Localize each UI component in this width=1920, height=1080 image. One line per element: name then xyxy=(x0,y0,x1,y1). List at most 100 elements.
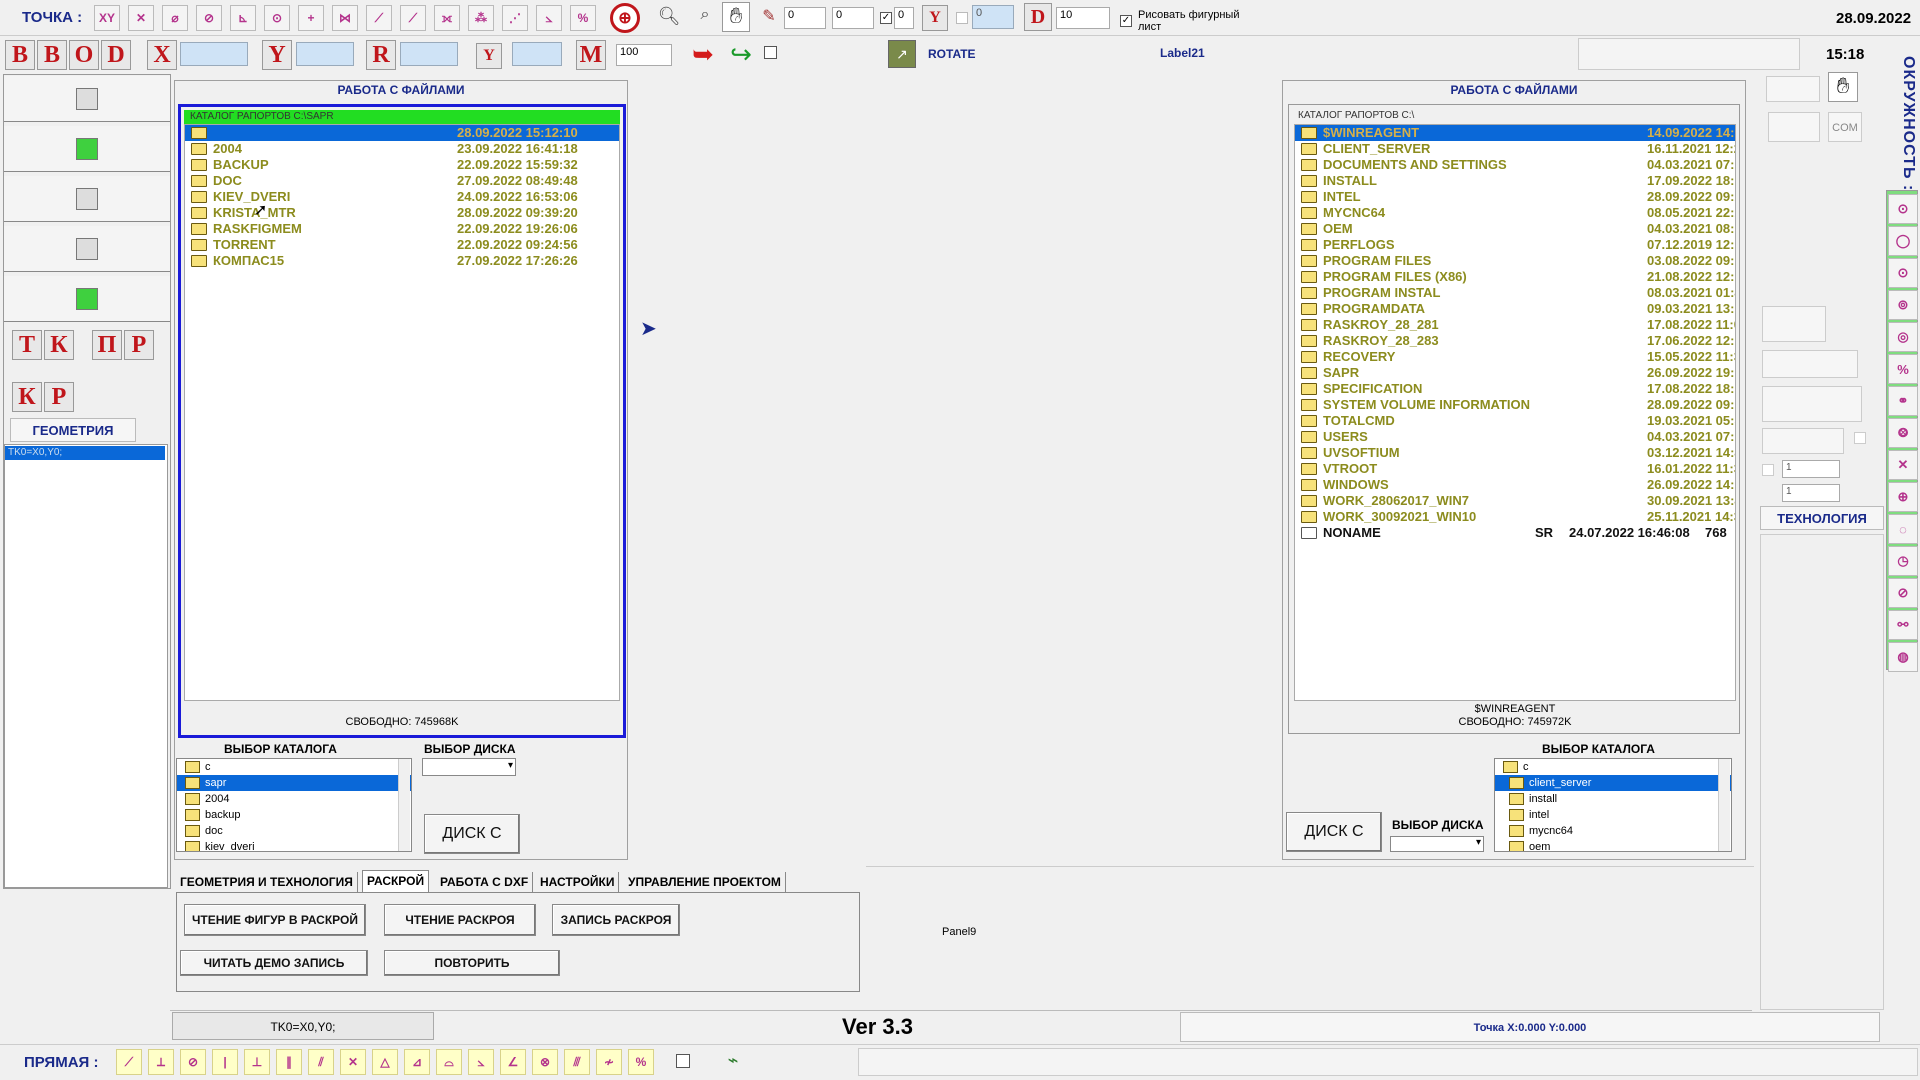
y-input[interactable] xyxy=(296,42,354,66)
sidebar-button-5[interactable] xyxy=(4,276,170,322)
t-button[interactable]: Т xyxy=(12,330,42,360)
circle-spiral-icon[interactable]: ◍ xyxy=(1888,642,1918,672)
file-row[interactable]: 2004 23.09.2022 16:41:18 xyxy=(185,141,619,157)
toolbar-checkbox-1[interactable]: ✓ xyxy=(880,12,892,24)
right-panel-button-1[interactable] xyxy=(1766,76,1820,102)
line-tool-button-5[interactable]: ⊥ xyxy=(244,1049,270,1075)
m-button[interactable]: M xyxy=(576,40,606,70)
dir-item[interactable]: kiev_dveri xyxy=(177,839,411,851)
file-row[interactable]: TOTALCMD19.03.2021 05:31:28 xyxy=(1295,413,1735,429)
write-raskroy-button[interactable]: ЗАПИСЬ РАСКРОЯ xyxy=(552,904,680,936)
file-row[interactable]: PROGRAMDATA09.03.2021 13:12:38 xyxy=(1295,301,1735,317)
file-row[interactable]: RASKROY_28_28317.06.2022 12:12:12 xyxy=(1295,333,1735,349)
line-tool-button-16[interactable]: ≁ xyxy=(596,1049,622,1075)
r-button[interactable]: R xyxy=(366,40,396,70)
plug-icon[interactable]: ⌁ xyxy=(718,1050,748,1078)
file-row[interactable]: OEM04.03.2021 08:19:10 xyxy=(1295,221,1735,237)
left-disk-button[interactable]: ДИСК C xyxy=(424,814,520,854)
r-input[interactable] xyxy=(400,42,458,66)
file-row[interactable]: DOC 27.09.2022 08:49:48 xyxy=(185,173,619,189)
circle-tangent-icon[interactable]: ⊚ xyxy=(1888,290,1918,320)
left-disk-select[interactable]: ▾ xyxy=(422,758,516,776)
line-tool-button-1[interactable]: ⟋ xyxy=(116,1049,142,1075)
file-row[interactable]: 28.09.2022 15:12:10 xyxy=(185,125,619,141)
m-input[interactable]: 100 xyxy=(616,44,672,66)
x-input[interactable] xyxy=(180,42,248,66)
y-button[interactable]: Y xyxy=(262,40,292,70)
toolbar-input-5[interactable]: 10 xyxy=(1056,7,1110,29)
file-row[interactable]: DOCUMENTS AND SETTINGS04.03.2021 07:07:3… xyxy=(1295,157,1735,173)
geometry-tab[interactable]: ГЕОМЕТРИЯ xyxy=(10,418,136,442)
read-raskroy-button[interactable]: ЧТЕНИЕ РАСКРОЯ xyxy=(384,904,536,936)
line-point-tool-button[interactable]: ⟋ xyxy=(366,5,392,31)
repeat-button[interactable]: ПОВТОРИТЬ xyxy=(384,950,560,976)
tab-geometry-technology[interactable]: ГЕОМЕТРИЯ И ТЕХНОЛОГИЯ xyxy=(176,872,358,892)
circle-cross-icon[interactable]: ⨷ xyxy=(1888,418,1918,448)
circle-center-icon[interactable]: ⊙ xyxy=(1888,194,1918,224)
undo-icon[interactable]: ➥ xyxy=(686,40,720,70)
zoom-icon[interactable]: 🔍︎ xyxy=(656,6,682,30)
dir-item[interactable]: mycnc64 xyxy=(1495,823,1731,839)
file-row[interactable]: UVSOFTIUM03.12.2021 14:44:16 xyxy=(1295,445,1735,461)
xy-tool-button[interactable]: XY xyxy=(94,5,120,31)
letter-button-2[interactable]: В xyxy=(37,40,67,70)
file-row[interactable]: PROGRAM INSTAL08.03.2021 01:48:40 xyxy=(1295,285,1735,301)
file-row[interactable]: WORK_30092021_WIN1025.11.2021 14:35:16 xyxy=(1295,509,1735,525)
plus-point-tool-button[interactable]: + xyxy=(298,5,324,31)
sidebar-button-1[interactable] xyxy=(4,76,170,122)
sidebar-button-2[interactable] xyxy=(4,126,170,172)
circle-link-icon[interactable]: ⚭ xyxy=(1888,386,1918,416)
dir-item[interactable]: backup xyxy=(177,807,411,823)
r-sidebar-button[interactable]: Р xyxy=(124,330,154,360)
right-input-1[interactable]: 1 xyxy=(1782,460,1840,478)
technology-tab[interactable]: ТЕХНОЛОГИЯ xyxy=(1760,506,1884,530)
undo-checkbox[interactable] xyxy=(764,46,777,59)
d-button[interactable]: D xyxy=(1024,3,1052,31)
file-row[interactable]: TORRENT 22.09.2022 09:24:56 xyxy=(185,237,619,253)
right-checkbox-1[interactable] xyxy=(1854,432,1866,444)
center-point-tool-button[interactable]: ⊙ xyxy=(264,5,290,31)
right-disk-select[interactable]: ▾ xyxy=(1390,836,1484,852)
file-row[interactable]: CLIENT_SERVER16.11.2021 12:24:34 xyxy=(1295,141,1735,157)
right-panel-button-3[interactable] xyxy=(1762,306,1826,342)
line-tool-button-14[interactable]: ⊗ xyxy=(532,1049,558,1075)
line-tool-button-11[interactable]: ⌓ xyxy=(436,1049,462,1075)
toolbar-input-3[interactable]: 0 xyxy=(894,7,914,29)
intersect-tool-button[interactable]: ⋈ xyxy=(332,5,358,31)
r-button-2[interactable]: Р xyxy=(44,382,74,412)
eraser-icon[interactable]: ✎ xyxy=(756,6,782,30)
dir-item[interactable]: c xyxy=(1495,759,1731,775)
left-dir-scrollbar[interactable] xyxy=(398,759,410,851)
slope-point-tool-button[interactable]: ⟋ xyxy=(400,5,426,31)
right-checkbox-2[interactable] xyxy=(1762,464,1774,476)
tab-raskroy[interactable]: РАСКРОЙ xyxy=(362,870,430,894)
read-demo-button[interactable]: ЧИТАТЬ ДЕМО ЗАПИСЬ xyxy=(180,950,368,976)
x-button[interactable]: X xyxy=(147,40,177,70)
zoom-window-icon[interactable]: ⌕ xyxy=(692,6,718,30)
toolbar-input-1[interactable]: 0 xyxy=(784,7,826,29)
file-row[interactable]: BACKUP 22.09.2022 15:59:32 xyxy=(185,157,619,173)
toolbar-input-2[interactable]: 0 xyxy=(832,7,874,29)
letter-button-4[interactable]: D xyxy=(101,40,131,70)
circle-percent-icon[interactable]: % xyxy=(1888,354,1918,384)
toolbar-input-4[interactable]: 0 xyxy=(972,5,1014,29)
right-panel-button-5[interactable] xyxy=(1762,386,1862,422)
sidebar-button-3[interactable] xyxy=(4,176,170,222)
line-tool-button-6[interactable]: ∥ xyxy=(276,1049,302,1075)
circle-concentric-icon[interactable]: ◎ xyxy=(1888,322,1918,352)
line-tool-button-17[interactable]: % xyxy=(628,1049,654,1075)
redo-icon[interactable]: ↪ xyxy=(724,40,758,70)
circle-three-point-icon[interactable]: ◯ xyxy=(1888,226,1918,256)
k-button[interactable]: К xyxy=(44,330,74,360)
file-row[interactable]: NONAME SR 24.07.2022 16:46:08 768 xyxy=(1295,525,1735,541)
circle-x-icon[interactable]: ✕ xyxy=(1888,450,1918,480)
dir-item[interactable]: oem xyxy=(1495,839,1731,851)
circle-offset-tool-button[interactable]: ⊘ xyxy=(196,5,222,31)
mirror-input[interactable] xyxy=(512,42,562,66)
transfer-arrow-icon[interactable]: ➤ xyxy=(640,316,657,341)
angle-point-tool-button[interactable]: ⊾ xyxy=(230,5,256,31)
file-row[interactable]: MYCNC6408.05.2021 22:25:48 xyxy=(1295,205,1735,221)
dotted-point-tool-button[interactable]: ⋰ xyxy=(502,5,528,31)
line-tool-button-4[interactable]: | xyxy=(212,1049,238,1075)
figure-sheet-checkbox[interactable]: ✓ xyxy=(1120,15,1132,27)
